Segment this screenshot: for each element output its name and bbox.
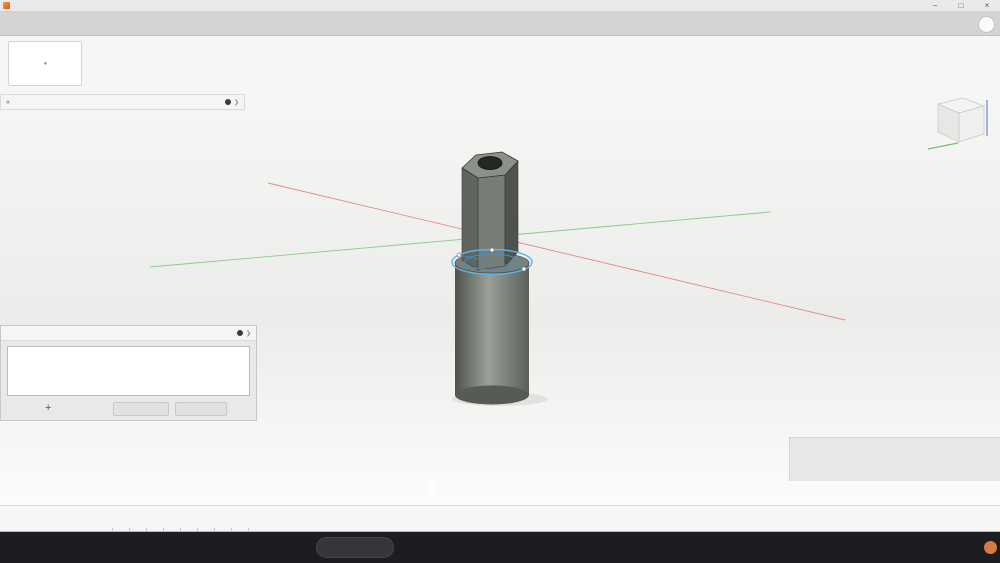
caret-down-icon: ▾ — [44, 61, 47, 67]
undo-icon[interactable] — [68, 17, 88, 31]
panel-expand-icon[interactable]: ❯ — [246, 330, 251, 337]
timeline-bar — [0, 505, 1000, 532]
workspace-selector[interactable]: ▾ — [8, 41, 82, 86]
redo-icon[interactable] — [92, 17, 112, 31]
warning-notification[interactable] — [789, 437, 1000, 481]
job-status-icon[interactable] — [912, 17, 926, 31]
model-body[interactable] — [452, 152, 548, 406]
panel-expand-icon[interactable]: ❯ — [234, 99, 239, 106]
windows-taskbar — [0, 532, 1000, 563]
new-tab-button[interactable] — [836, 15, 852, 31]
comments-panel-header[interactable]: ❯ — [1, 326, 256, 341]
ribbon-toolbar: ▾ — [0, 36, 1000, 91]
browser-panel-header[interactable]: « ❯ — [0, 94, 245, 110]
browser-panel: « ❯ — [0, 94, 245, 110]
fusion-app-icon — [3, 2, 10, 9]
save-icon[interactable] — [48, 17, 62, 31]
document-tab-bar — [0, 12, 1000, 36]
3d-viewport[interactable]: « ❯ ❯ + — [0, 90, 1000, 505]
cancel-comment-button[interactable] — [175, 402, 227, 416]
app-launcher-icon[interactable] — [5, 17, 19, 31]
timeline-ticks — [96, 528, 251, 531]
taskbar-search[interactable] — [316, 537, 394, 558]
notifications-icon[interactable] — [935, 17, 949, 31]
maximize-button[interactable]: □ — [948, 0, 974, 11]
view-cube[interactable] — [928, 98, 987, 149]
window-title-bar: – □ × — [0, 0, 1000, 12]
x-axis-line — [268, 183, 845, 320]
panel-options-icon[interactable] — [237, 330, 243, 336]
user-avatar[interactable] — [978, 16, 995, 33]
add-attachment-icon[interactable]: + — [45, 402, 51, 414]
notification-badge[interactable] — [984, 541, 997, 554]
panel-options-icon[interactable] — [225, 99, 231, 105]
post-comment-button[interactable] — [113, 402, 169, 416]
timeline-marker[interactable] — [232, 508, 242, 532]
viewport-nav-toolbar — [428, 480, 436, 498]
minimize-button[interactable]: – — [922, 0, 948, 11]
file-menu-icon[interactable] — [26, 17, 40, 31]
comment-input[interactable] — [7, 346, 250, 396]
comments-panel: ❯ + — [0, 325, 257, 421]
help-icon[interactable] — [957, 17, 971, 31]
close-button[interactable]: × — [974, 0, 1000, 11]
collapse-panel-icon[interactable]: « — [6, 99, 10, 106]
y-axis-indicator — [928, 143, 958, 149]
